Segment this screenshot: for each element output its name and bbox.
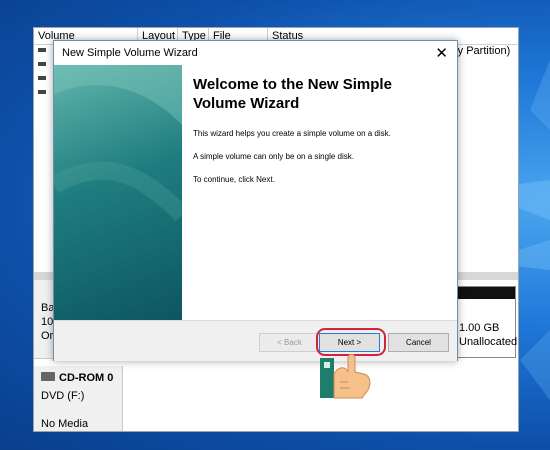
disk-icon xyxy=(38,90,46,94)
wizard-description: This wizard helps you create a simple vo… xyxy=(193,129,391,138)
partition-header-bar xyxy=(455,287,515,299)
cancel-button[interactable]: Cancel xyxy=(388,333,449,352)
back-button[interactable]: < Back xyxy=(259,333,320,352)
unallocated-size: 1.00 GB xyxy=(459,322,500,334)
unallocated-label: Unallocated xyxy=(459,336,518,348)
disk-icon xyxy=(38,62,46,66)
close-icon[interactable]: ✕ xyxy=(435,44,448,62)
disk-0-size: 10 xyxy=(41,316,54,328)
wizard-side-banner xyxy=(54,65,182,320)
banner-swoosh xyxy=(54,65,182,222)
wizard-title: New Simple Volume Wizard xyxy=(62,47,198,59)
disk-icon xyxy=(38,48,46,52)
cdrom-drive: DVD (F:) xyxy=(41,390,85,402)
new-simple-volume-wizard: New Simple Volume Wizard ✕ Welcome to th… xyxy=(53,40,458,361)
wizard-button-bar: < Back Next > Cancel xyxy=(54,320,457,361)
wizard-title-bar: New Simple Volume Wizard ✕ xyxy=(54,41,457,65)
volume-row-icons xyxy=(38,48,46,104)
wizard-content: Welcome to the New Simple Volume Wizard … xyxy=(193,75,443,198)
wizard-instruction: To continue, click Next. xyxy=(193,175,275,184)
cdrom-media: No Media xyxy=(41,418,89,430)
volume-status-text: ry Partition) xyxy=(454,45,511,57)
unallocated-partition[interactable]: 1.00 GB Unallocated xyxy=(454,286,518,358)
pointing-hand-icon xyxy=(320,353,371,399)
disk-icon xyxy=(38,76,46,80)
wizard-note: A simple volume can only be on a single … xyxy=(193,152,354,161)
cdrom-name: CD-ROM 0 xyxy=(59,372,114,384)
cd-drive-icon xyxy=(41,372,55,381)
disk-0-status: Or xyxy=(41,330,54,342)
wizard-heading: Welcome to the New Simple Volume Wizard xyxy=(193,76,392,112)
cdrom-label[interactable]: CD-ROM 0 DVD (F:) No Media xyxy=(34,366,123,431)
